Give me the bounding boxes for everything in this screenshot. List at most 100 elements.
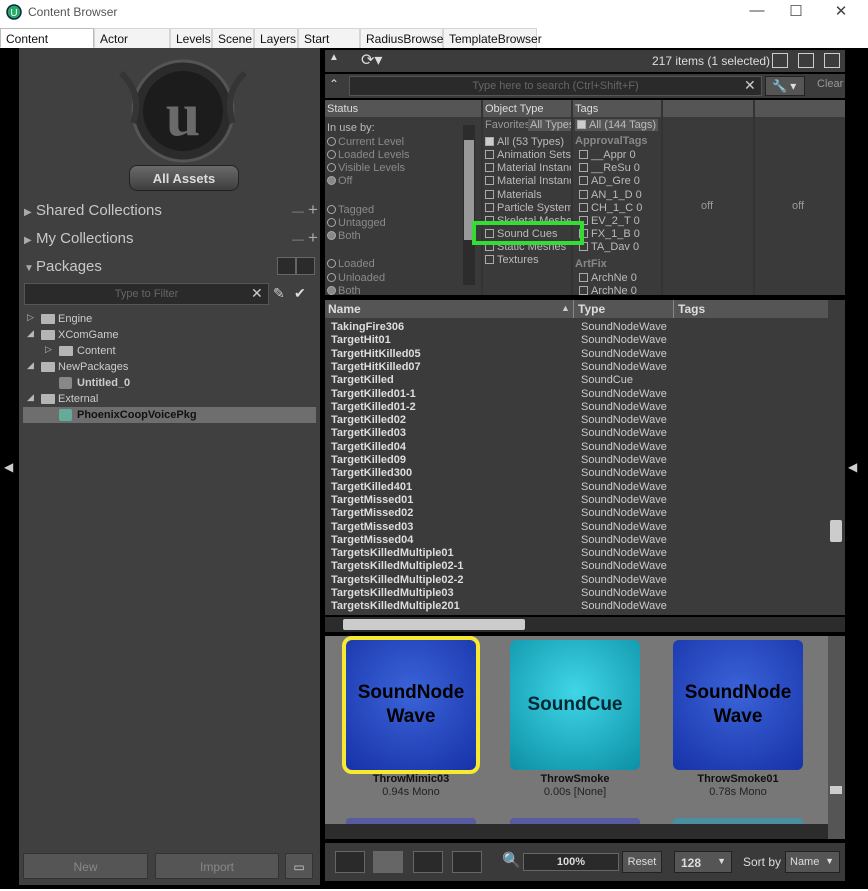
- radio-current-level[interactable]: Current Level: [327, 136, 404, 148]
- table-row[interactable]: TargetKilled01-1 SoundNodeWave: [325, 388, 825, 401]
- name-column-header[interactable]: Name: [328, 302, 361, 316]
- checkmark-icon[interactable]: ✔: [294, 285, 306, 302]
- type-animation-sets[interactable]: Animation Sets: [485, 149, 571, 161]
- refresh-icon[interactable]: ⟳▾: [361, 50, 382, 70]
- table-row[interactable]: TargetMissed01 SoundNodeWave: [325, 494, 825, 507]
- table-row[interactable]: TakingFire306 SoundNodeWave: [325, 321, 825, 334]
- clear-button[interactable]: Clear: [817, 78, 843, 90]
- table-row[interactable]: TargetsKilledMultiple01 SoundNodeWave: [325, 547, 825, 560]
- clone-window-icon[interactable]: [798, 53, 814, 68]
- tag-item[interactable]: FX_1_B 0: [579, 228, 640, 240]
- pencil-icon[interactable]: ✎: [273, 285, 285, 302]
- close-button[interactable]: ✕: [829, 2, 853, 22]
- table-row[interactable]: TargetsKilledMultiple02-1 SoundNodeWave: [325, 560, 825, 573]
- list-view-icon[interactable]: [277, 257, 296, 275]
- collapse-arrow-icon[interactable]: ◢: [27, 392, 34, 403]
- tag-all[interactable]: All (144 Tags): [575, 119, 659, 131]
- clear-filter-icon[interactable]: ✕: [251, 285, 263, 302]
- search-input[interactable]: Type here to search (Ctrl+Shift+F): [349, 76, 762, 96]
- small-grid-view-icon[interactable]: [452, 851, 482, 873]
- remove-collection-icon[interactable]: —: [292, 204, 304, 218]
- radio-both[interactable]: Both: [327, 230, 361, 242]
- type-material-instances[interactable]: Material Instances: [485, 162, 571, 174]
- status-scrollbar[interactable]: [463, 125, 475, 285]
- tab-template-browser[interactable]: TemplateBrowser: [443, 28, 542, 48]
- expand-arrow-icon[interactable]: ▷: [27, 312, 34, 323]
- type-column-header[interactable]: Type: [578, 302, 605, 316]
- tree-item-engine[interactable]: ▷ Engine: [23, 311, 316, 327]
- add-collection-icon[interactable]: +: [308, 200, 318, 220]
- radio-unloaded[interactable]: Unloaded: [327, 272, 385, 284]
- reset-zoom-button[interactable]: Reset: [622, 851, 662, 873]
- tag-item[interactable]: ArchNe 0: [579, 285, 637, 295]
- radio-untagged[interactable]: Untagged: [327, 217, 386, 229]
- new-button[interactable]: New: [23, 853, 148, 879]
- tag-item[interactable]: __ReSu 0: [579, 162, 640, 174]
- table-row[interactable]: TargetMissed03 SoundNodeWave: [325, 521, 825, 534]
- tag-item[interactable]: EV_2_T 0: [579, 215, 640, 227]
- expand-arrow-icon[interactable]: ▷: [45, 344, 52, 355]
- thumbnail-scrollbar[interactable]: [828, 636, 845, 839]
- add-collection-icon[interactable]: +: [308, 228, 318, 248]
- table-row[interactable]: TargetKilled04 SoundNodeWave: [325, 441, 825, 454]
- tab-layers[interactable]: Layers: [254, 28, 298, 48]
- type-all[interactable]: All (53 Types): [485, 136, 564, 148]
- dock-icon[interactable]: [824, 53, 840, 68]
- open-folder-icon[interactable]: ▭: [285, 853, 313, 879]
- list-hscrollbar[interactable]: [325, 617, 845, 632]
- table-row[interactable]: TargetsKilledMultiple02-2 SoundNodeWave: [325, 574, 825, 587]
- table-row[interactable]: TargetsKilledMultiple03 SoundNodeWave: [325, 587, 825, 600]
- thumbnail-hscrollbar[interactable]: [325, 824, 828, 839]
- collapse-right-icon[interactable]: ◀: [848, 460, 857, 474]
- tree-item-xcomgame[interactable]: ◢ XComGame: [23, 327, 316, 343]
- list-view-icon[interactable]: [335, 851, 365, 873]
- radio-tagged[interactable]: Tagged: [327, 204, 374, 216]
- up-arrow-icon[interactable]: ▲: [329, 52, 339, 63]
- radio-both-loaded[interactable]: Both: [327, 285, 361, 295]
- grid-view-icon[interactable]: [413, 851, 443, 873]
- zoom-field[interactable]: 100%: [523, 853, 619, 871]
- tree-item-content[interactable]: ▷ Content: [23, 343, 316, 359]
- collapse-left-icon[interactable]: ◀: [4, 460, 13, 474]
- collapse-arrow-icon[interactable]: ◢: [27, 328, 34, 339]
- tag-item[interactable]: ArchNe 0: [579, 272, 637, 284]
- shared-collections-header[interactable]: ▶ Shared Collections — +: [24, 200, 319, 220]
- tree-item-phoenixcoopvoicepkg[interactable]: PhoenixCoopVoicePkg: [23, 407, 316, 423]
- thumbnail-throwsmoke[interactable]: SoundCue: [510, 640, 640, 770]
- tab-radius-browser[interactable]: RadiusBrowser: [360, 28, 447, 48]
- table-row[interactable]: TargetKilled03 SoundNodeWave: [325, 427, 825, 440]
- all-types-tab[interactable]: All Types: [528, 119, 571, 131]
- type-materials[interactable]: Materials: [485, 189, 542, 201]
- table-row[interactable]: TargetsKilledMultiple201 SoundNodeWave: [325, 600, 825, 613]
- minimize-button[interactable]: —: [745, 2, 769, 22]
- table-row[interactable]: TargetKilled SoundCue: [325, 374, 825, 387]
- collapse-arrow-icon[interactable]: ◢: [27, 360, 34, 371]
- radio-off[interactable]: Off: [327, 175, 352, 187]
- import-button[interactable]: Import: [155, 853, 279, 879]
- maximize-button[interactable]: ☐: [784, 2, 808, 22]
- table-row[interactable]: TargetKilled01-2 SoundNodeWave: [325, 401, 825, 414]
- packages-header[interactable]: ▼ Packages: [24, 258, 102, 275]
- table-row[interactable]: TargetHitKilled05 SoundNodeWave: [325, 348, 825, 361]
- package-view-toggle[interactable]: [277, 257, 317, 276]
- radio-loaded-levels[interactable]: Loaded Levels: [327, 149, 410, 161]
- favorites-tab[interactable]: Favorites: [485, 119, 530, 131]
- tag-item[interactable]: __Appr 0: [579, 149, 636, 161]
- tree-view-icon[interactable]: [296, 257, 315, 275]
- table-row[interactable]: TargetKilled02 SoundNodeWave: [325, 414, 825, 427]
- thumbnail-throwmimic03[interactable]: SoundNode Wave: [342, 636, 480, 774]
- tag-item[interactable]: TA_Dav 0: [579, 241, 639, 253]
- remove-collection-icon[interactable]: —: [292, 232, 304, 246]
- tags-column-header[interactable]: Tags: [678, 302, 705, 316]
- tree-item-newpackages[interactable]: ◢ NewPackages: [23, 359, 316, 375]
- thumbnail-size-select[interactable]: 128 ▼: [674, 851, 732, 873]
- all-assets-button[interactable]: All Assets: [129, 165, 239, 191]
- type-material-instances-2[interactable]: Material Instances: [485, 175, 571, 187]
- package-filter-input[interactable]: Type to Filter: [24, 283, 269, 305]
- radio-loaded[interactable]: Loaded: [327, 258, 375, 270]
- tag-item[interactable]: CH_1_C 0: [579, 202, 642, 214]
- radio-visible-levels[interactable]: Visible Levels: [327, 162, 405, 174]
- tag-item[interactable]: AD_Gre 0: [579, 175, 640, 187]
- table-row[interactable]: TargetHit01 SoundNodeWave: [325, 334, 825, 347]
- table-row[interactable]: TargetKilled09 SoundNodeWave: [325, 454, 825, 467]
